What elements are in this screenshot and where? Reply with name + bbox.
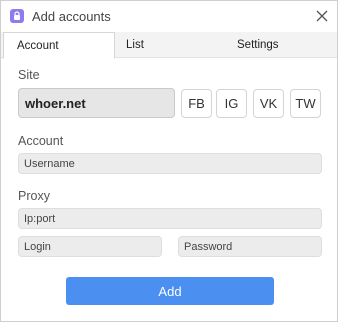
window-title: Add accounts xyxy=(32,9,111,24)
tab-bar: Account List Settings xyxy=(1,32,337,59)
site-label: Site xyxy=(18,68,40,82)
tab-settings[interactable]: Settings xyxy=(237,32,307,58)
tw-button[interactable]: TW xyxy=(290,89,321,118)
add-button[interactable]: Add xyxy=(66,277,274,305)
lock-icon xyxy=(10,9,24,23)
site-input[interactable]: whoer.net xyxy=(18,88,175,118)
title-bar: Add accounts xyxy=(1,1,337,32)
close-icon[interactable] xyxy=(313,7,331,25)
add-accounts-window: Add accounts Account List Settings Site … xyxy=(0,0,338,322)
ig-button[interactable]: IG xyxy=(216,89,247,118)
login-field[interactable]: Login xyxy=(18,236,162,257)
fb-button[interactable]: FB xyxy=(181,89,212,118)
vk-button[interactable]: VK xyxy=(253,89,284,118)
tab-list[interactable]: List xyxy=(126,32,186,58)
username-field[interactable]: Username xyxy=(18,153,322,174)
ip-port-field[interactable]: Ip:port xyxy=(18,208,322,229)
account-label: Account xyxy=(18,134,64,148)
password-field[interactable]: Password xyxy=(178,236,322,257)
proxy-label: Proxy xyxy=(18,189,50,203)
tab-account[interactable]: Account xyxy=(3,32,115,59)
